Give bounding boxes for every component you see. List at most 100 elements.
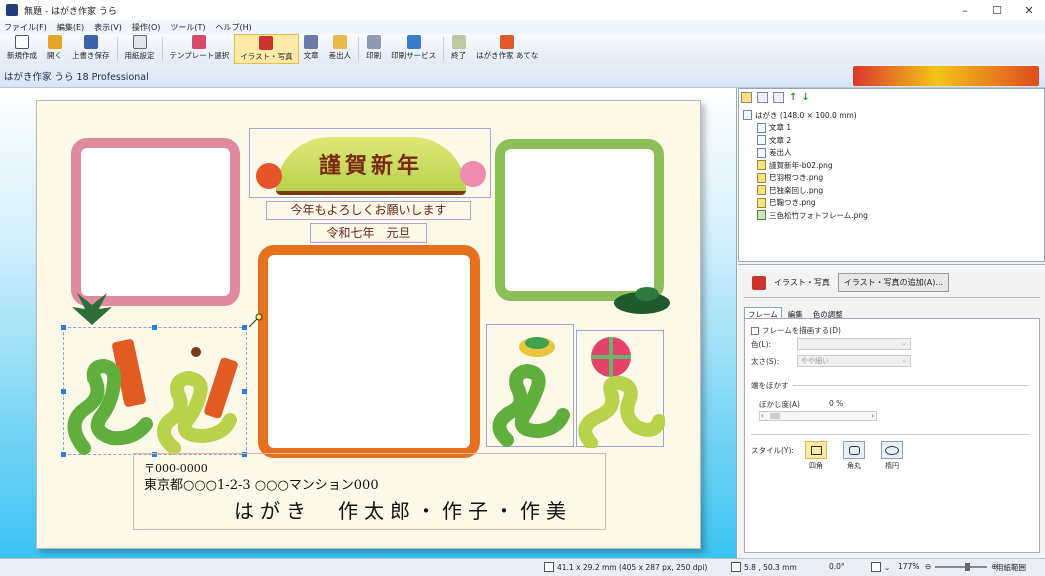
selection-handle[interactable] bbox=[61, 389, 66, 394]
snake-mari-illustration[interactable] bbox=[576, 330, 666, 450]
app-icon bbox=[6, 4, 18, 16]
right-panel: ↑ ↓ はがき (148.0 × 100.0 mm) 文章 1 文章 2 差出人… bbox=[738, 88, 1045, 558]
photo-frame-pink[interactable] bbox=[71, 138, 240, 306]
angle-status: 0.0° bbox=[829, 562, 845, 571]
menu-view[interactable]: 表示(V) bbox=[94, 22, 122, 33]
ad-banner[interactable] bbox=[853, 66, 1039, 86]
sender-names: はがき 作太郎・作子・作美 bbox=[234, 499, 572, 523]
ellipse-icon bbox=[885, 445, 899, 455]
selection-handle[interactable] bbox=[61, 325, 66, 330]
pine-decoration-right bbox=[614, 287, 670, 314]
text-button[interactable]: 文章 bbox=[299, 34, 324, 64]
open-button[interactable]: 開く bbox=[42, 34, 67, 64]
menu-help[interactable]: ヘルプ(H) bbox=[216, 22, 252, 33]
snake-hagoita-illustration[interactable] bbox=[63, 327, 247, 455]
tree-item[interactable]: 巳鞠つき.png bbox=[743, 197, 868, 210]
greeting-message[interactable]: 今年もよろしくお願いします bbox=[266, 201, 471, 220]
blur-section-title: 端をぼかす bbox=[751, 381, 789, 390]
paper-range-button[interactable]: 用紙範囲 bbox=[996, 562, 1026, 573]
style-rounded-option[interactable]: 角丸 bbox=[835, 441, 873, 471]
print-service-button[interactable]: 印刷サービス bbox=[386, 34, 441, 64]
paper-setup-button[interactable]: 用紙設定 bbox=[120, 34, 160, 64]
move-up-icon[interactable]: ↑ bbox=[789, 92, 797, 103]
add-illustration-button[interactable]: イラスト・写真の追加(A)... bbox=[837, 273, 950, 292]
greeting-banner-image[interactable]: 謹賀新年 bbox=[249, 128, 491, 198]
tree-item[interactable]: 文章 2 bbox=[743, 134, 868, 147]
position-icon bbox=[731, 562, 741, 572]
add-text-icon[interactable] bbox=[757, 92, 768, 103]
version-bar: はがき作家 うら 18 Professional bbox=[0, 64, 1045, 88]
grid-toggle[interactable]: ⌄ bbox=[871, 562, 890, 572]
illustration-icon bbox=[752, 275, 766, 290]
image-layer-icon bbox=[757, 160, 766, 171]
save-button[interactable]: 上書き保存 bbox=[67, 34, 115, 64]
draw-frame-checkbox[interactable] bbox=[751, 326, 759, 335]
tree-item[interactable]: 巳羽根つき.png bbox=[743, 172, 868, 185]
move-down-icon[interactable]: ↓ bbox=[801, 92, 809, 103]
menu-operation[interactable]: 操作(O) bbox=[132, 22, 161, 33]
menu-file[interactable]: ファイル(F) bbox=[4, 22, 47, 33]
snake-koma-illustration[interactable] bbox=[486, 324, 574, 447]
sender-address-block[interactable]: 〒000-0000 東京都○○○1-2-3 ○○○マンション000 はがき 作太… bbox=[133, 453, 606, 530]
tree-item[interactable]: 巳独楽回し.png bbox=[743, 184, 868, 197]
slider-left-arrow[interactable]: ‹ bbox=[761, 412, 764, 420]
menu-tools[interactable]: ツール(T) bbox=[170, 22, 205, 33]
exit-button[interactable]: 終了 bbox=[446, 34, 471, 64]
photo-frame-green[interactable] bbox=[495, 139, 664, 301]
divider bbox=[744, 297, 1040, 298]
zoom-out-icon[interactable]: ⊖ bbox=[925, 562, 931, 571]
greeting-arc: 謹賀新年 bbox=[276, 137, 466, 195]
style-square-option[interactable]: 四角 bbox=[797, 441, 835, 471]
selection-handle[interactable] bbox=[61, 452, 66, 457]
canvas-area[interactable]: 謹賀新年 今年もよろしくお願いします 令和七年 元旦 〒000-0000 東京都… bbox=[0, 88, 737, 558]
tree-root[interactable]: はがき (148.0 × 100.0 mm) bbox=[743, 109, 868, 122]
slider-thumb[interactable] bbox=[770, 413, 780, 419]
tree-item[interactable]: 三色松竹フォトフレーム.png bbox=[743, 209, 868, 222]
illustration-button[interactable]: イラスト・写真 bbox=[234, 34, 299, 64]
close-button[interactable]: ✕ bbox=[1013, 0, 1045, 20]
print-service-icon bbox=[406, 35, 421, 49]
position-status: 5.8 , 50.3 mm bbox=[731, 562, 797, 572]
minimize-button[interactable]: – bbox=[949, 0, 981, 20]
menu-edit[interactable]: 編集(E) bbox=[57, 22, 84, 33]
new-button[interactable]: 新規作成 bbox=[2, 34, 42, 64]
blur-slider[interactable]: ‹ › bbox=[759, 411, 877, 421]
image-layer-icon bbox=[757, 172, 766, 183]
maximize-button[interactable]: ☐ bbox=[981, 0, 1013, 20]
tree-item[interactable]: 差出人 bbox=[743, 147, 868, 160]
snake-mari-art bbox=[578, 337, 666, 450]
selection-handle[interactable] bbox=[152, 325, 157, 330]
rotate-handle[interactable] bbox=[247, 313, 263, 329]
new-doc-icon bbox=[15, 35, 29, 49]
add-image-icon[interactable] bbox=[741, 92, 752, 103]
tree-item[interactable]: 謹賀新年-b02.png bbox=[743, 159, 868, 172]
thickness-select[interactable]: やや細い bbox=[797, 355, 911, 367]
template-button[interactable]: テンプレート選択 bbox=[165, 34, 235, 64]
square-icon bbox=[810, 445, 822, 455]
color-select[interactable] bbox=[797, 338, 911, 350]
postcard-icon bbox=[743, 110, 752, 121]
style-ellipse-option[interactable]: 楕円 bbox=[873, 441, 911, 471]
folder-icon bbox=[47, 35, 62, 49]
photo-frame-orange[interactable] bbox=[258, 245, 480, 458]
selection-handle[interactable] bbox=[242, 389, 247, 394]
zoom-control[interactable]: ⊖ ⊕ bbox=[925, 562, 998, 571]
properties-panel: イラスト・写真 イラスト・写真の追加(A)... フレーム 編集 色の調整 フレ… bbox=[738, 264, 1045, 558]
print-button[interactable]: 印刷 bbox=[361, 34, 386, 64]
postcard[interactable]: 謹賀新年 今年もよろしくお願いします 令和七年 元旦 〒000-0000 東京都… bbox=[36, 100, 701, 549]
toolbar-separator bbox=[116, 37, 118, 61]
zoom-slider[interactable] bbox=[935, 562, 988, 571]
sender-button[interactable]: 差出人 bbox=[324, 34, 357, 64]
print-icon bbox=[366, 35, 381, 49]
slider-right-arrow[interactable]: › bbox=[871, 412, 874, 420]
blur-value: 0 % bbox=[829, 399, 844, 408]
draw-frame-row[interactable]: フレームを描画する(D) bbox=[751, 325, 841, 336]
thickness-label: 太さ(S): bbox=[751, 357, 780, 366]
atena-button[interactable]: はがき作家 あてな bbox=[471, 34, 543, 64]
toolbar-separator bbox=[161, 37, 163, 61]
greeting-date[interactable]: 令和七年 元旦 bbox=[310, 223, 427, 243]
tree-item[interactable]: 文章 1 bbox=[743, 122, 868, 135]
menu-bar: ファイル(F) 編集(E) 表示(V) 操作(O) ツール(T) ヘルプ(H) bbox=[0, 20, 1045, 34]
toolbar-separator bbox=[443, 37, 445, 61]
add-page-icon[interactable] bbox=[773, 92, 784, 103]
